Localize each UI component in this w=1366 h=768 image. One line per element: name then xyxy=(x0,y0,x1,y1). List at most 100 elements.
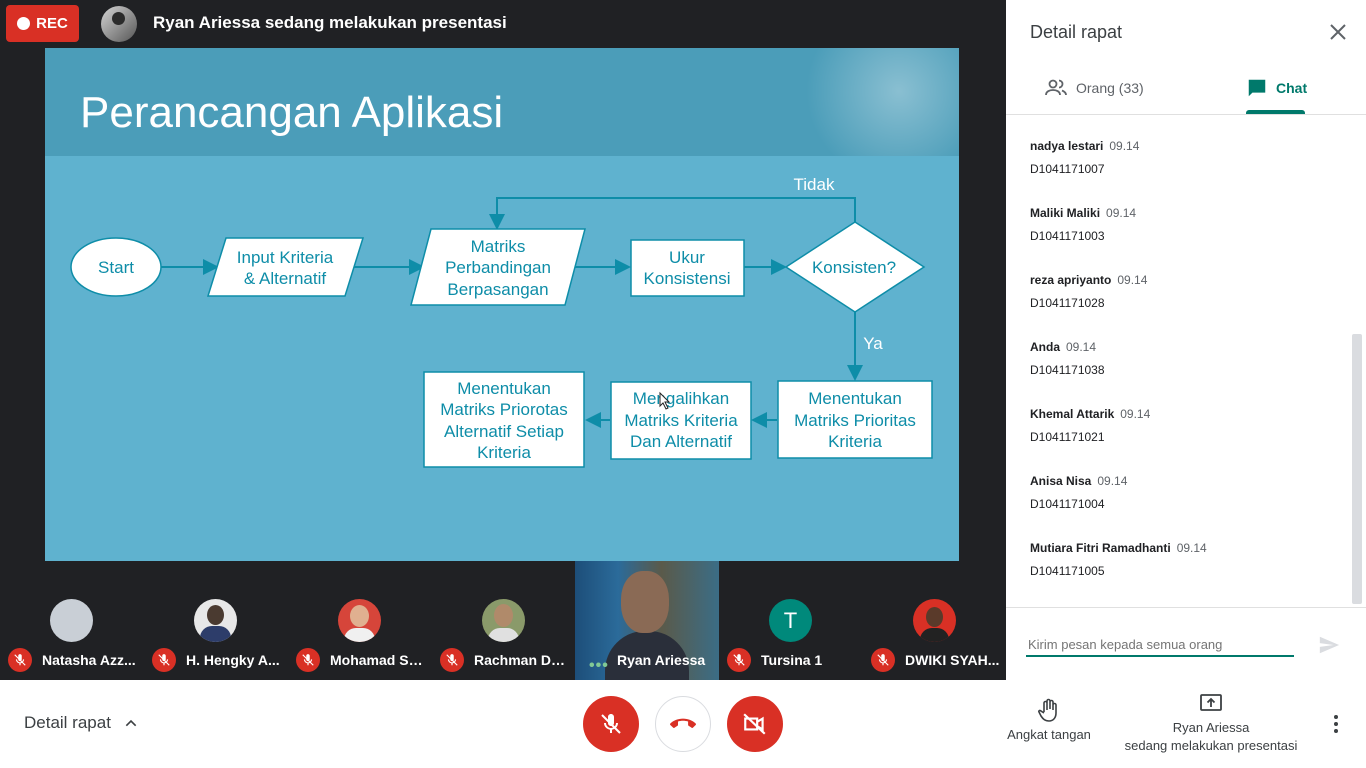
node-prioritas-label: Menentukan xyxy=(808,389,902,408)
node-konsisten-label: Konsisten? xyxy=(812,258,896,277)
chat-icon xyxy=(1248,79,1266,97)
main-stage: REC Ryan Ariessa sedang melakukan presen… xyxy=(0,0,1006,680)
participant-tile[interactable]: T Tursina 1 xyxy=(719,561,863,680)
arrow-tidak-loop xyxy=(489,197,856,230)
message-sender: reza apriyanto xyxy=(1030,273,1112,287)
recording-label: REC xyxy=(36,15,68,32)
message-time: 09.14 xyxy=(1117,273,1148,287)
node-ukur-label: Ukur xyxy=(669,248,705,267)
avatar xyxy=(913,599,956,642)
participant-name: H. Hengky A... xyxy=(186,652,280,668)
node-alt-label: Kriteria xyxy=(477,443,531,462)
message-sender: Khemal Attarik xyxy=(1030,407,1115,421)
message-sender: Anisa Nisa xyxy=(1030,474,1092,488)
participant-tile[interactable]: Rachman Dw... xyxy=(432,561,576,680)
participant-tile[interactable]: H. Hengky A... xyxy=(144,561,288,680)
message-text: D1041171021 xyxy=(1030,430,1105,444)
message-time: 09.14 xyxy=(1097,474,1128,488)
meeting-details-toggle[interactable]: Detail rapat xyxy=(24,713,139,733)
avatar xyxy=(482,599,525,642)
flowchart: Start Input Kriteria & Alternatif Matrik… xyxy=(70,175,933,468)
presentation-status-button[interactable]: Ryan Ariessa sedang melakukan presentasi xyxy=(1118,692,1304,755)
tab-people[interactable]: Orang (33) xyxy=(1044,62,1144,114)
node-mengalihkan-label: Matriks Kriteria xyxy=(624,411,738,430)
message-sender: Maliki Maliki xyxy=(1030,206,1101,220)
message-text: D1041171007 xyxy=(1030,162,1105,176)
send-icon[interactable] xyxy=(1318,634,1340,656)
close-icon[interactable] xyxy=(1326,20,1350,44)
message-text: D1041171038 xyxy=(1030,363,1105,377)
participant-tile[interactable]: Natasha Azz... xyxy=(0,561,144,680)
mic-muted-icon xyxy=(440,648,464,672)
participant-tile[interactable]: DWIKI SYAH... xyxy=(863,561,1007,680)
message-sender: Anda xyxy=(1030,340,1060,354)
chat-message: Khemal Attarik 09.14 D1041171021 xyxy=(1030,405,1340,472)
chat-input[interactable] xyxy=(1026,633,1294,657)
mic-muted-icon xyxy=(296,648,320,672)
chat-message: reza apriyanto 09.14 D1041171028 xyxy=(1030,271,1340,338)
chat-message: Maliki Maliki 09.14 D1041171003 xyxy=(1030,204,1340,271)
participant-name: DWIKI SYAH... xyxy=(905,652,1000,668)
node-mengalihkan-label: Mengalihkan xyxy=(633,389,729,408)
more-options-icon[interactable] xyxy=(1326,712,1346,736)
chat-scrollbar[interactable] xyxy=(1352,334,1362,604)
node-prioritas-label: Matriks Prioritas xyxy=(794,411,916,430)
presenting-status-label: sedang melakukan presentasi xyxy=(1124,738,1298,753)
presenter-video-tile[interactable]: ••• Ryan Ariessa xyxy=(575,561,719,680)
chat-message-list[interactable]: nadya lestari 09.14 D1041171007 Maliki Ma… xyxy=(1030,137,1340,606)
mic-muted-icon xyxy=(8,648,32,672)
avatar xyxy=(338,599,381,642)
tab-chat-label: Chat xyxy=(1276,80,1308,96)
message-time: 09.14 xyxy=(1120,407,1151,421)
present-screen-icon xyxy=(1200,694,1222,711)
hang-up-icon xyxy=(670,718,696,729)
presentation-slide: Perancangan Aplikasi Start Input Kriteri… xyxy=(45,48,959,561)
divider xyxy=(1006,114,1366,115)
people-icon xyxy=(1045,79,1067,96)
participant-strip: Natasha Azz... H. Hengky A... Mohamad Sy… xyxy=(0,561,1006,680)
message-time: 09.14 xyxy=(1106,206,1137,220)
participant-name: Ryan Ariessa xyxy=(617,652,706,668)
node-alt-label: Matriks Priorotas xyxy=(440,400,568,419)
speaking-indicator-icon: ••• xyxy=(589,657,609,674)
node-matriks-label: Berpasangan xyxy=(447,280,548,299)
tab-chat[interactable]: Chat xyxy=(1246,62,1307,114)
mic-muted-icon xyxy=(871,648,895,672)
chat-message: Anisa Nisa 09.14 D1041171004 xyxy=(1030,472,1340,539)
label-tidak: Tidak xyxy=(794,175,835,194)
message-time: 09.14 xyxy=(1109,139,1140,153)
message-time: 09.14 xyxy=(1066,340,1097,354)
camera-off-icon xyxy=(743,713,766,735)
bottom-control-bar: Detail rapat Angkat tangan Ryan Ariessa … xyxy=(0,680,1366,768)
message-text: D1041171028 xyxy=(1030,296,1105,310)
mic-toggle-button[interactable] xyxy=(583,696,639,752)
chat-message: Mutiara Fitri Ramadhanti 09.14 D104117100… xyxy=(1030,539,1340,606)
participant-name: Natasha Azz... xyxy=(42,652,136,668)
divider xyxy=(1006,607,1366,608)
tab-people-label: Orang (33) xyxy=(1076,80,1144,96)
participant-tile[interactable]: Mohamad Sy... xyxy=(288,561,432,680)
message-text: D1041171004 xyxy=(1030,497,1105,511)
node-matriks-label: Matriks xyxy=(471,237,526,256)
leave-call-button[interactable] xyxy=(655,696,711,752)
hand-icon xyxy=(1038,698,1057,722)
node-mengalihkan-label: Dan Alternatif xyxy=(630,432,732,451)
avatar xyxy=(50,599,93,642)
recording-badge: REC xyxy=(6,5,79,42)
camera-toggle-button[interactable] xyxy=(727,696,783,752)
message-time: 09.14 xyxy=(1176,541,1207,555)
raise-hand-button[interactable]: Angkat tangan xyxy=(1002,698,1096,742)
node-prioritas-label: Kriteria xyxy=(828,432,882,451)
node-input-label: Input Kriteria xyxy=(237,248,334,267)
presenter-status-text: Ryan Ariessa sedang melakukan presentasi xyxy=(153,13,507,32)
chat-message: Anda 09.14 D1041171038 xyxy=(1030,338,1340,405)
mic-off-icon xyxy=(601,714,621,734)
node-matriks-label: Perbandingan xyxy=(445,258,551,277)
meeting-details-panel: Detail rapat Orang (33) Chat nadya lesta… xyxy=(1006,0,1366,680)
panel-title: Detail rapat xyxy=(1030,22,1123,42)
presenter-name-label: Ryan Ariessa xyxy=(1172,720,1250,735)
label-ya: Ya xyxy=(863,334,883,353)
message-text: D1041171003 xyxy=(1030,229,1105,243)
node-alt-label: Menentukan xyxy=(457,379,551,398)
node-alt-label: Alternatif Setiap xyxy=(444,422,564,441)
